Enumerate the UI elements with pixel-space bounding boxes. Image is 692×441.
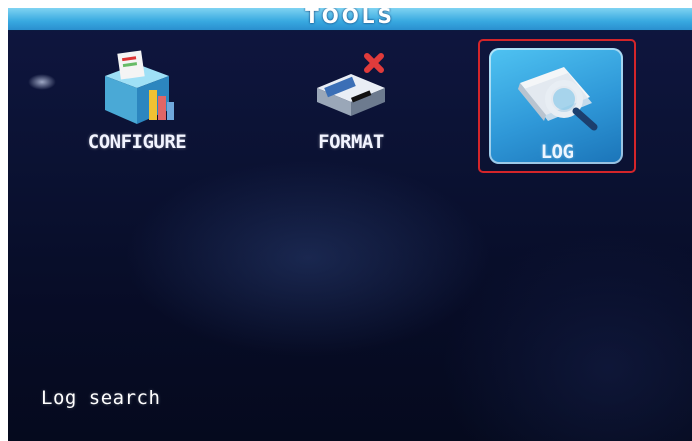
format-icon xyxy=(317,53,385,116)
dvr-tools-screen: TOOLS CONFIGURE FORMAT LOG Log search xyxy=(8,8,692,441)
configure-icon xyxy=(105,50,174,124)
page-title: TOOLS xyxy=(305,8,395,28)
status-hint: Log search xyxy=(41,387,161,409)
tool-log[interactable]: LOG xyxy=(478,39,636,173)
tool-configure[interactable]: CONFIGURE xyxy=(62,36,212,176)
tool-label: FORMAT xyxy=(318,131,384,153)
tool-format[interactable]: FORMAT xyxy=(276,36,426,176)
title-bar: TOOLS xyxy=(8,8,692,31)
screen-glare xyxy=(28,74,56,90)
log-search-icon xyxy=(518,67,598,131)
tool-label: LOG xyxy=(540,141,574,163)
tool-label: CONFIGURE xyxy=(87,131,187,153)
